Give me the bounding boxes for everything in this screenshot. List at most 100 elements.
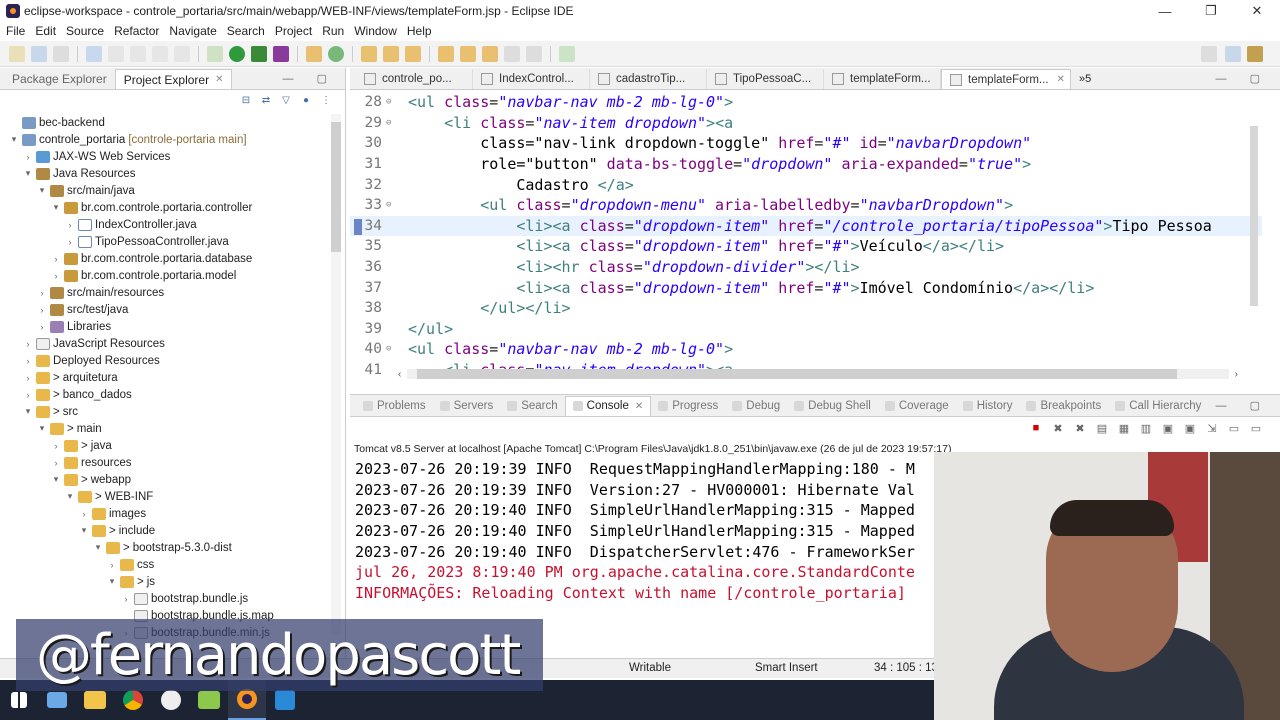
menu-edit[interactable]: Edit	[35, 24, 56, 38]
expand-toggle-icon[interactable]: ▾	[22, 406, 34, 417]
collapse-all-icon[interactable]: ⊟	[239, 95, 253, 109]
tab-package-explorer[interactable]: Package Explorer	[4, 69, 115, 89]
console-output[interactable]: 2023-07-26 20:19:39 INFO RequestMappingH…	[350, 460, 930, 605]
menu-search[interactable]: Search	[227, 24, 265, 38]
tab-debug[interactable]: Debug	[725, 396, 787, 416]
tree-item[interactable]: › Libraries	[0, 318, 345, 335]
editor-tab[interactable]: IndexControl...	[473, 69, 590, 89]
fold-toggle-icon[interactable]: ⊖	[386, 118, 396, 128]
expand-toggle-icon[interactable]: ▾	[36, 185, 48, 196]
expand-toggle-icon[interactable]: ›	[36, 305, 48, 315]
minimize-maximize-icons[interactable]: — ▢	[1216, 72, 1270, 85]
expand-toggle-icon[interactable]: ▾	[92, 542, 104, 553]
expand-toggle-icon[interactable]: ▾	[64, 491, 76, 502]
debug-icon[interactable]	[207, 45, 223, 62]
tree-item[interactable]: ▾ > js	[0, 573, 345, 590]
fold-toggle-icon[interactable]: ⊖	[386, 97, 396, 107]
tree-item[interactable]: › > banco_dados	[0, 386, 345, 403]
tree-item[interactable]: › Deployed Resources	[0, 352, 345, 369]
expand-toggle-icon[interactable]: ›	[22, 152, 34, 162]
editor-tab[interactable]: templateForm...	[824, 69, 941, 89]
previous-annotation-icon[interactable]	[460, 45, 476, 62]
display-console-icon[interactable]: ▭	[1226, 422, 1242, 438]
expand-toggle-icon[interactable]: ▾	[78, 525, 90, 536]
tree-item[interactable]: bec-backend	[0, 114, 345, 131]
terminate-icon[interactable]	[174, 45, 190, 62]
run-icon[interactable]	[229, 45, 245, 62]
expand-toggle-icon[interactable]: ›	[78, 509, 90, 519]
menu-window[interactable]: Window	[354, 24, 397, 38]
tree-item[interactable]: ▾ src/main/java	[0, 182, 345, 199]
more-tabs-button[interactable]: »5	[1071, 69, 1099, 89]
expand-toggle-icon[interactable]: ›	[22, 373, 34, 383]
search-icon[interactable]	[405, 45, 421, 62]
tree-item[interactable]: › JavaScript Resources	[0, 335, 345, 352]
pin-editor-icon[interactable]	[559, 45, 575, 62]
tree-item[interactable]: › br.com.controle.portaria.database	[0, 250, 345, 267]
next-annotation-icon[interactable]	[438, 45, 454, 62]
expand-toggle-icon[interactable]: ›	[64, 220, 76, 230]
run-coverage-icon[interactable]	[251, 45, 267, 62]
scroll-left-icon[interactable]: ‹	[398, 369, 401, 380]
code-line[interactable]: 28 ⊖ <ul class="navbar-nav mb-2 mb-lg-0">	[350, 92, 1262, 113]
fold-toggle-icon[interactable]: ⊖	[386, 344, 396, 354]
close-icon[interactable]: ✕	[1057, 74, 1065, 85]
fold-toggle-icon[interactable]: ⊖	[386, 200, 396, 210]
expand-toggle-icon[interactable]: ▾	[50, 474, 62, 485]
new-class-icon[interactable]	[328, 45, 344, 62]
expand-toggle-icon[interactable]: ▾	[106, 576, 118, 587]
editor-tab[interactable]: TipoPessoaC...	[707, 69, 824, 89]
menu-project[interactable]: Project	[275, 24, 312, 38]
expand-toggle-icon[interactable]: ›	[50, 458, 62, 468]
scroll-lock-icon[interactable]: ▦	[1116, 422, 1132, 438]
tree-item[interactable]: › css	[0, 556, 345, 573]
expand-toggle-icon[interactable]: ›	[36, 322, 48, 332]
code-line[interactable]: 30 class="nav-link dropdown-toggle" href…	[350, 133, 1262, 154]
tree-item[interactable]: ▾ > bootstrap-5.3.0-dist	[0, 539, 345, 556]
scrollbar-thumb[interactable]	[417, 369, 1178, 379]
maximize-button[interactable]: ❐	[1188, 0, 1234, 22]
open-type-icon[interactable]	[361, 45, 377, 62]
code-line[interactable]: 32 Cadastro </a>	[350, 174, 1262, 195]
menu-run[interactable]: Run	[322, 24, 344, 38]
expand-toggle-icon[interactable]: ›	[22, 356, 34, 366]
expand-toggle-icon[interactable]: ›	[36, 288, 48, 298]
remove-all-icon[interactable]: ✖	[1072, 422, 1088, 438]
code-line[interactable]: 36 <li><hr class="dropdown-divider"></li…	[350, 257, 1262, 278]
expand-toggle-icon[interactable]: ›	[106, 560, 118, 570]
editor-horizontal-scrollbar[interactable]: ‹ ›	[398, 368, 1238, 380]
pin-console-icon[interactable]: ⇲	[1204, 422, 1220, 438]
close-icon[interactable]: ✕	[215, 74, 223, 85]
expand-toggle-icon[interactable]: ▾	[22, 168, 34, 179]
expand-toggle-icon[interactable]: ›	[120, 594, 132, 604]
expand-toggle-icon[interactable]: ▾	[8, 134, 20, 145]
expand-toggle-icon[interactable]: ▾	[50, 202, 62, 213]
tree-item[interactable]: ▾ > webapp	[0, 471, 345, 488]
back-icon[interactable]	[504, 45, 520, 62]
tree-item[interactable]: › IndexController.java	[0, 216, 345, 233]
tree-item[interactable]: › JAX-WS Web Services	[0, 148, 345, 165]
link-with-editor-icon[interactable]: ⇄	[259, 95, 273, 109]
code-line[interactable]: 33 ⊖ <ul class="dropdown-menu" aria-label…	[350, 195, 1262, 216]
tree-item[interactable]: › br.com.controle.portaria.model	[0, 267, 345, 284]
tree-item[interactable]: › > java	[0, 437, 345, 454]
suspend-icon[interactable]	[152, 45, 168, 62]
editor-vertical-scrollbar[interactable]	[1250, 98, 1258, 368]
tab-breakpoints[interactable]: Breakpoints	[1019, 396, 1108, 416]
show-on-error-icon[interactable]: ▣	[1182, 422, 1198, 438]
code-area[interactable]: 28 ⊖ <ul class="navbar-nav mb-2 mb-lg-0"> 2…	[350, 92, 1262, 374]
tree-item[interactable]: › images	[0, 505, 345, 522]
menu-navigate[interactable]: Navigate	[169, 24, 216, 38]
minimize-maximize-icons[interactable]: — ▢	[283, 72, 337, 85]
scrollbar-thumb[interactable]	[1250, 126, 1258, 306]
search-field-icon[interactable]	[1201, 45, 1217, 62]
tree-item[interactable]: › TipoPessoaController.java	[0, 233, 345, 250]
menu-source[interactable]: Source	[66, 24, 104, 38]
resume-icon[interactable]	[130, 45, 146, 62]
tab-history[interactable]: History	[956, 396, 1020, 416]
open-console-icon[interactable]: ▭	[1248, 422, 1264, 438]
expand-toggle-icon[interactable]: ›	[22, 390, 34, 400]
menu-help[interactable]: Help	[407, 24, 432, 38]
code-line[interactable]: 40 ⊖ <ul class="navbar-nav mb-2 mb-lg-0">	[350, 339, 1262, 360]
last-edit-icon[interactable]	[482, 45, 498, 62]
